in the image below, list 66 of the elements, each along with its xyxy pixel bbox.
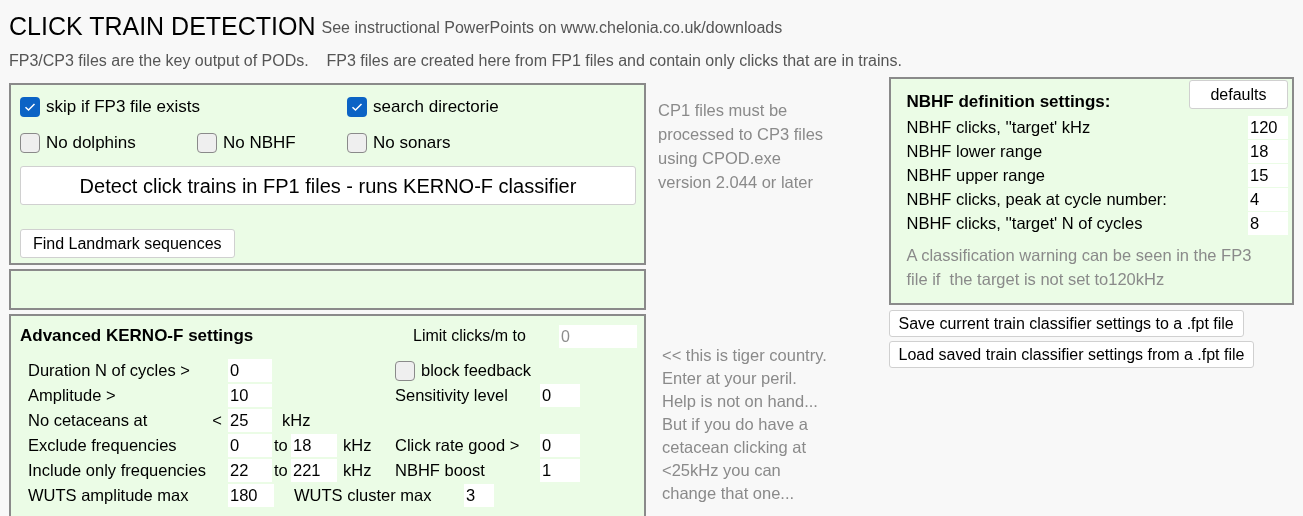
defaults-button[interactable]: defaults [1189, 80, 1288, 109]
section-title: NBHF definition settings: [906, 91, 1111, 113]
checkbox[interactable] [197, 133, 217, 153]
checkbox-label: No dolphins [46, 132, 136, 155]
checkbox[interactable] [347, 97, 367, 117]
instructions-note: See instructional PowerPoints on www.chelonia.co.uk/downloads [321, 18, 783, 38]
classification-note: A classification warning can be seen in the FP3 file if the target is not set to120kHz [906, 245, 1253, 290]
number-field[interactable]: 221 [291, 459, 337, 482]
number-field[interactable]: 25 [228, 409, 272, 432]
number-field[interactable]: 0 [228, 359, 272, 382]
number-field[interactable]: 15 [1248, 163, 1288, 187]
field-label: NBHF clicks, peak at cycle number: [906, 188, 1167, 210]
cp1-note: CP1 files must be processed to CP3 files using CPOD.exe version 2.044 or later [658, 100, 825, 193]
number-field[interactable]: 18 [291, 434, 337, 457]
field-label: Limit clicks/m to [413, 326, 527, 346]
number-field[interactable]: 18 [1248, 139, 1288, 163]
file-button[interactable]: Save current train classifier settings to a .fpt file [888, 310, 1244, 337]
checkbox[interactable] [395, 360, 415, 381]
number-field[interactable]: 180 [228, 484, 274, 507]
checkbox[interactable] [20, 133, 40, 153]
checkbox[interactable] [20, 97, 40, 117]
number-field[interactable]: 4 [1248, 187, 1288, 211]
field-label: < [212, 410, 222, 432]
field-label: Sensitivity level [395, 385, 509, 407]
file-button[interactable]: Load saved train classifier settings from a .fpt file [888, 341, 1255, 368]
number-field[interactable]: 120 [1248, 115, 1288, 139]
section-title: Advanced KERNO-F settings [20, 325, 255, 348]
number-field[interactable]: 8 [1248, 211, 1288, 235]
field-label: to [273, 435, 289, 457]
number-field[interactable]: 1 [540, 459, 580, 482]
unit-label: kHz [342, 460, 373, 482]
field-label: NBHF lower range [906, 140, 1043, 162]
checkbox-label: No NBHF [223, 132, 296, 155]
unit-label: kHz [281, 410, 312, 432]
unit-label: kHz [342, 435, 373, 457]
checkbox-label: No sonars [373, 132, 451, 155]
detect-button[interactable]: Detect click trains in FP1 files - runs KERNO-F classifier [20, 166, 636, 205]
checkbox-label: search directorie [373, 96, 499, 119]
number-field[interactable]: 0 [540, 434, 580, 457]
checkbox-label: block feedback [421, 360, 532, 382]
field-label: WUTS amplitude max [28, 485, 189, 507]
check-icon [351, 102, 363, 112]
field-label: NBHF clicks, ''target' N of cycles [906, 212, 1143, 234]
warning-note: << this is tiger country. Enter at your peril. Help is not on hand... But if you do have a cetacean clicking at <25kHz you can change that one... [661, 345, 828, 504]
field-label: to [273, 460, 289, 482]
subtitle: FP3/CP3 files are the key output of PODs. FP3 files are created here from FP1 files and contain only clicks that are in trains. [9, 51, 903, 71]
field-label: Include only frequencies [28, 460, 206, 482]
field-label: NBHF boost [395, 460, 486, 482]
landmark-button[interactable]: Find Landmark sequences [20, 229, 235, 258]
number-field[interactable]: 0 [228, 434, 272, 457]
number-field[interactable]: 0 [540, 384, 580, 407]
number-field[interactable]: 10 [228, 384, 272, 407]
field-label: NBHF upper range [906, 164, 1045, 186]
check-icon [24, 102, 36, 112]
number-field[interactable]: 3 [464, 484, 494, 507]
number-field[interactable]: 22 [228, 459, 272, 482]
field-label: No cetaceans at [28, 410, 148, 432]
field-label: Amplitude > [28, 385, 116, 407]
checkbox-label: skip if FP3 file exists [46, 96, 200, 119]
field-label: Exclude frequencies [28, 435, 177, 457]
field-label: Duration N of cycles > [28, 360, 190, 382]
field-label: Click rate good > [395, 435, 521, 457]
page-title: CLICK TRAIN DETECTION [9, 12, 316, 40]
field-label: NBHF clicks, ''target' kHz [906, 116, 1091, 138]
field-label: WUTS cluster max [293, 485, 433, 507]
checkbox[interactable] [347, 133, 367, 153]
